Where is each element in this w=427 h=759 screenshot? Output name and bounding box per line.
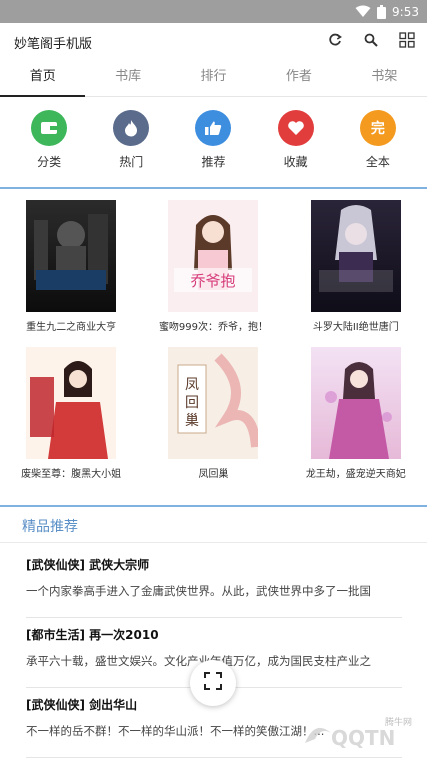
book-grid: 重生九二之商业大亨 乔爷抱 蜜吻999次：乔爷，抱！ 斗罗大陆II绝世唐门 废柴… (0, 200, 427, 480)
featured-title: 精品推荐 (22, 519, 78, 535)
category-button[interactable]: 分类 (14, 110, 84, 185)
tab-home[interactable]: 首页 (0, 59, 86, 97)
app-bar: 妙笔阁手机版 (0, 23, 427, 59)
tab-library[interactable]: 书库 (85, 59, 170, 96)
svg-text:回: 回 (185, 395, 199, 411)
fullscreen-button[interactable] (190, 660, 236, 706)
grid-menu-icon[interactable] (397, 30, 417, 50)
completed-button[interactable]: 完 全本 (343, 110, 413, 185)
app-title: 妙笔阁手机版 (14, 37, 93, 52)
featured-header: 精品推荐 (0, 509, 427, 543)
status-bar: 9:53 (0, 0, 427, 23)
book-title: 凤回巢 (198, 469, 229, 480)
list-item-title: [武侠仙侠] 武侠大宗师 (26, 558, 150, 572)
section-divider (0, 187, 427, 189)
list-item-title: [都市生活] 再一次2010 (26, 628, 159, 642)
book-cover (26, 347, 117, 459)
book-card[interactable]: 龙王劫，盛宠逆天商妃 (285, 347, 427, 480)
quick-menu: 分类 热门 推荐 收藏 完 全本 (0, 110, 427, 185)
thumbs-up-icon (195, 110, 232, 146)
book-grid-section: 重生九二之商业大亨 乔爷抱 蜜吻999次：乔爷，抱！ 斗罗大陆II绝世唐门 废柴… (0, 200, 427, 480)
cover-text: 乔爷抱 (191, 272, 236, 290)
book-title: 龙王劫，盛宠逆天商妃 (305, 469, 406, 480)
book-title: 蜜吻999次：乔爷，抱！ (158, 322, 269, 333)
book-card[interactable]: 斗罗大陆II绝世唐门 (285, 200, 427, 333)
svg-text:凤: 凤 (185, 377, 199, 393)
svg-text:巢: 巢 (185, 413, 199, 429)
book-card[interactable]: 重生九二之商业大亨 (0, 200, 142, 333)
hot-button[interactable]: 热门 (96, 110, 166, 185)
watermark-sub: 腾牛网 (385, 716, 412, 728)
battery-icon (377, 4, 387, 19)
recommend-button[interactable]: 推荐 (178, 110, 248, 185)
category-label: 分类 (37, 155, 62, 169)
list-item[interactable]: [武侠仙侠] 武侠大宗师 一个内家拳高手进入了金庸武侠世界。从此，武侠世界中多了… (26, 548, 402, 618)
completed-label: 全本 (365, 155, 390, 169)
status-time: 9:53 (392, 4, 419, 19)
search-icon[interactable] (361, 30, 381, 50)
book-title: 重生九二之商业大亨 (26, 322, 117, 333)
tab-bookshelf[interactable]: 书架 (342, 59, 427, 96)
book-cover: 乔爷抱 (168, 200, 259, 312)
book-card[interactable]: 凤 回 巢 凤回巢 (142, 347, 284, 480)
tab-ranking[interactable]: 排行 (171, 59, 256, 96)
book-card[interactable]: 乔爷抱 蜜吻999次：乔爷，抱！ (142, 200, 284, 333)
tab-authors[interactable]: 作者 (256, 59, 341, 96)
book-cover (26, 200, 117, 312)
heart-icon (277, 110, 314, 146)
fullscreen-icon (204, 672, 222, 694)
favorites-button[interactable]: 收藏 (261, 110, 331, 185)
watermark-logo: QQTN 腾牛网 (301, 713, 419, 753)
wifi-icon (355, 5, 371, 18)
completed-icon: 完 (359, 110, 396, 146)
book-cover (310, 347, 401, 459)
book-title: 斗罗大陆II绝世唐门 (312, 322, 399, 333)
watermark-text: QQTN (331, 726, 395, 750)
book-cover: 凤 回 巢 (168, 347, 259, 459)
app-actions (325, 30, 417, 50)
book-title: 废柴至尊：腹黑大小姐 (21, 469, 122, 480)
favorites-label: 收藏 (283, 155, 308, 169)
hot-label: 热门 (119, 155, 144, 169)
tab-bar: 首页 书库 排行 作者 书架 (0, 59, 427, 97)
status-icons: 9:53 (355, 3, 419, 20)
flame-icon (113, 110, 150, 146)
refresh-icon[interactable] (325, 30, 345, 50)
wallet-icon (31, 110, 68, 146)
list-item-desc: 一个内家拳高手进入了金庸武侠世界。从此，武侠世界中多了一批国 (26, 584, 371, 598)
recommend-label: 推荐 (201, 155, 226, 169)
section-divider (0, 505, 427, 507)
book-cover (310, 200, 401, 312)
book-card[interactable]: 废柴至尊：腹黑大小姐 (0, 347, 142, 480)
